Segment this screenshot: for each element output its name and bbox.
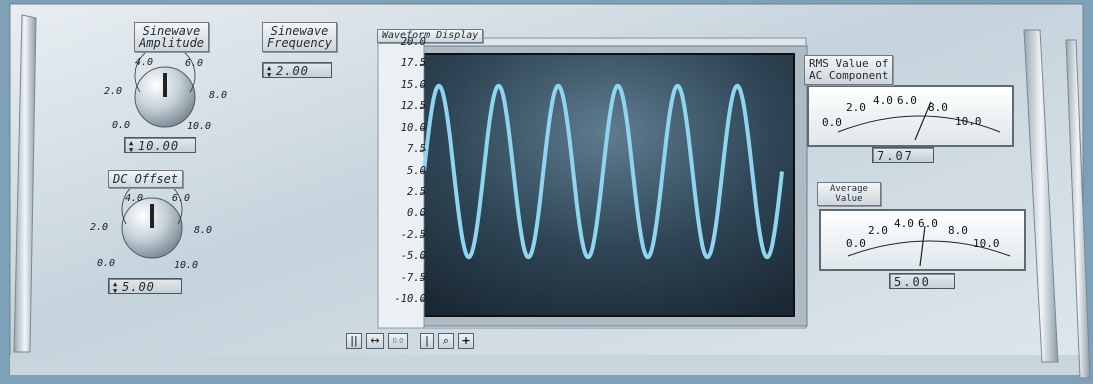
- avg-scale-0: 0.0: [846, 237, 866, 250]
- avg-scale-4: 4.0: [894, 217, 914, 230]
- offset-tick-0: 0.0: [97, 258, 116, 269]
- offset-tick-10: 10.0: [174, 260, 199, 271]
- amplitude-value: 10.00: [138, 139, 180, 153]
- add-button[interactable]: +: [458, 333, 474, 349]
- offset-tick-4: 4.0: [125, 193, 144, 204]
- amplitude-input[interactable]: ▲ ▼ 10.00: [124, 137, 196, 153]
- avg-value-display: 5.00: [889, 273, 955, 289]
- y-tick-label: -5.0: [400, 250, 426, 263]
- pan-x-button[interactable]: ↔: [366, 333, 384, 349]
- frequency-spinner-icon[interactable]: ▲ ▼: [267, 64, 274, 79]
- y-tick-label: 12.5: [400, 100, 426, 113]
- offset-value: 5.00: [122, 280, 155, 294]
- avg-scale-10: 10.0: [973, 237, 1000, 250]
- rms-scale-0: 0.0: [822, 116, 842, 129]
- offset-title: DC Offset: [108, 170, 184, 188]
- frequency-input[interactable]: ▲ ▼ 2.00: [262, 62, 332, 78]
- pause-button[interactable]: ||: [346, 333, 362, 349]
- panel-background: [0, 0, 1093, 384]
- rms-meter-title: RMS Value of AC Component: [804, 55, 894, 85]
- offset-tick-8: 8.0: [194, 225, 213, 236]
- zoom-button[interactable]: ⌕: [438, 333, 454, 349]
- y-tick-label: 10.0: [400, 121, 426, 134]
- y-tick-label: 17.5: [400, 57, 426, 70]
- rms-scale-10: 10.0: [955, 115, 982, 128]
- y-tick-label: 7.5: [407, 143, 426, 156]
- avg-scale-2: 2.0: [868, 224, 888, 237]
- avg-scale-8: 8.0: [948, 224, 968, 237]
- cursor-button[interactable]: |: [420, 333, 434, 349]
- amplitude-tick-6: 6.0: [185, 58, 204, 69]
- y-tick-label: 0.0: [407, 207, 426, 220]
- y-tick-label: 15.0: [400, 78, 426, 91]
- y-tick-label: 2.5: [407, 185, 426, 198]
- amplitude-spinner-icon[interactable]: ▲ ▼: [129, 139, 136, 154]
- rms-scale-8: 8.0: [928, 101, 948, 114]
- rms-scale-4: 4.0: [873, 94, 893, 107]
- amplitude-tick-8: 8.0: [209, 90, 228, 101]
- amplitude-title: Sinewave Amplitude: [134, 22, 210, 52]
- rms-scale-2: 2.0: [846, 101, 866, 114]
- y-tick-label: -10.0: [394, 293, 426, 305]
- offset-spinner-icon[interactable]: ▲ ▼: [113, 280, 120, 295]
- offset-tick-2: 2.0: [90, 222, 109, 233]
- rms-value-display: 7.07: [872, 147, 934, 163]
- y-tick-label: 5.0: [407, 164, 426, 177]
- amplitude-tick-2: 2.0: [104, 86, 123, 97]
- frequency-title: Sinewave Frequency: [262, 22, 338, 52]
- rms-scale-6: 6.0: [897, 94, 917, 107]
- y-tick-label: 20.0: [400, 36, 426, 48]
- y-tick-label: -7.5: [400, 271, 426, 284]
- amplitude-tick-4: 4.0: [135, 57, 154, 68]
- avg-meter-title: Average Value: [817, 182, 881, 206]
- frequency-value: 2.00: [276, 64, 309, 78]
- avg-scale-6: 6.0: [918, 217, 938, 230]
- amplitude-tick-0: 0.0: [112, 120, 131, 131]
- zero-button[interactable]: 0.0: [388, 333, 408, 349]
- offset-tick-6: 6.0: [172, 193, 191, 204]
- instrument-panel: Sinewave Amplitude 4.0 6.0 2.0 8.0 0.0 1…: [0, 0, 1093, 384]
- offset-input[interactable]: ▲ ▼ 5.00: [108, 278, 182, 294]
- amplitude-tick-10: 10.0: [187, 121, 212, 132]
- y-tick-label: -2.5: [400, 228, 426, 241]
